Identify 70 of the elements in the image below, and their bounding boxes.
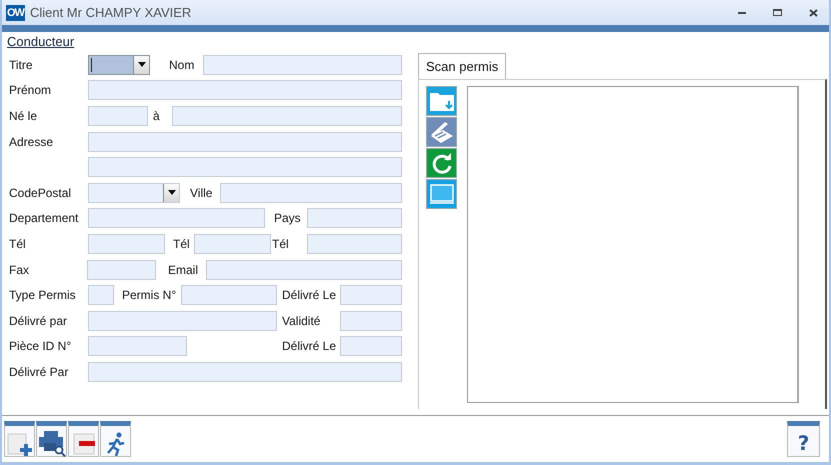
toolbar-button[interactable] xyxy=(426,148,457,178)
refresh-icon xyxy=(430,151,454,175)
scanner-icon xyxy=(428,119,454,145)
input-field[interactable] xyxy=(203,54,402,75)
field-label: Email xyxy=(168,262,198,277)
running-person-icon xyxy=(104,432,126,456)
input-field[interactable] xyxy=(340,310,402,331)
field-label: Délivré par xyxy=(9,314,68,328)
toolbar-button[interactable] xyxy=(68,421,99,457)
field-label: à xyxy=(153,108,160,123)
close-icon xyxy=(809,8,818,16)
input-field[interactable] xyxy=(194,234,271,254)
field-label: Adresse xyxy=(9,134,54,149)
input-field[interactable] xyxy=(172,106,402,126)
input-field[interactable] xyxy=(88,106,148,126)
minimize-icon xyxy=(738,10,746,14)
input-field[interactable] xyxy=(206,260,402,280)
field-label: Délivré Par xyxy=(9,364,68,379)
new-page-icon xyxy=(6,430,32,456)
toolbar-button[interactable] xyxy=(36,421,67,457)
input-field[interactable] xyxy=(88,234,165,254)
field-label: Ville xyxy=(190,186,212,200)
remove-icon xyxy=(70,430,96,456)
field-label: Né le xyxy=(9,108,38,123)
maximize-icon xyxy=(773,9,782,16)
input-field[interactable] xyxy=(88,80,402,100)
app-logo: OW xyxy=(6,4,25,20)
input-field[interactable] xyxy=(340,285,402,306)
section-title: Conducteur xyxy=(7,34,76,51)
dropdown-field[interactable] xyxy=(88,54,150,75)
input-field[interactable] xyxy=(307,208,402,228)
screen-icon xyxy=(428,183,454,205)
caret-icon xyxy=(168,190,176,196)
field-label: Fax xyxy=(9,262,30,277)
caret-icon xyxy=(138,62,146,68)
field-label: Tél xyxy=(173,236,190,251)
dropdown-field[interactable] xyxy=(88,182,180,203)
field-label: Departement xyxy=(9,211,78,226)
field-label: CodePostal xyxy=(9,186,72,200)
input-field[interactable] xyxy=(87,260,156,280)
input-field[interactable] xyxy=(88,132,402,152)
field-label: Pièce ID N° xyxy=(9,339,72,354)
input-field[interactable] xyxy=(340,336,402,356)
field-label: Titre xyxy=(9,58,33,72)
input-field[interactable] xyxy=(88,285,114,306)
field-label: Tél xyxy=(9,236,26,251)
field-label: Nom xyxy=(169,58,194,72)
toolbar-button[interactable] xyxy=(426,117,457,147)
input-field[interactable] xyxy=(88,157,402,178)
input-field[interactable] xyxy=(220,182,402,203)
toolbar-button[interactable] xyxy=(100,421,131,457)
input-field[interactable] xyxy=(88,336,187,356)
input-field[interactable] xyxy=(88,208,265,228)
field-label: Permis N° xyxy=(122,288,176,302)
input-field[interactable] xyxy=(88,362,402,382)
input-field[interactable] xyxy=(307,234,402,254)
tab[interactable]: Scan permis xyxy=(418,53,506,79)
field-label: Délivré Le xyxy=(282,288,336,302)
field-label: Délivré Le xyxy=(282,339,336,354)
toolbar-button[interactable] xyxy=(4,421,35,457)
input-field[interactable] xyxy=(181,285,277,306)
field-label: Prénom xyxy=(9,83,52,98)
window-title: Client Mr CHAMPY XAVIER xyxy=(30,5,192,20)
field-label: Type Permis xyxy=(9,288,76,302)
print-preview-icon xyxy=(38,430,66,458)
help-button[interactable]: ? xyxy=(787,421,820,457)
field-label: Pays xyxy=(274,211,301,226)
field-label: Validité xyxy=(282,314,320,328)
input-field[interactable] xyxy=(88,310,277,331)
field-label: Tél xyxy=(272,236,289,251)
